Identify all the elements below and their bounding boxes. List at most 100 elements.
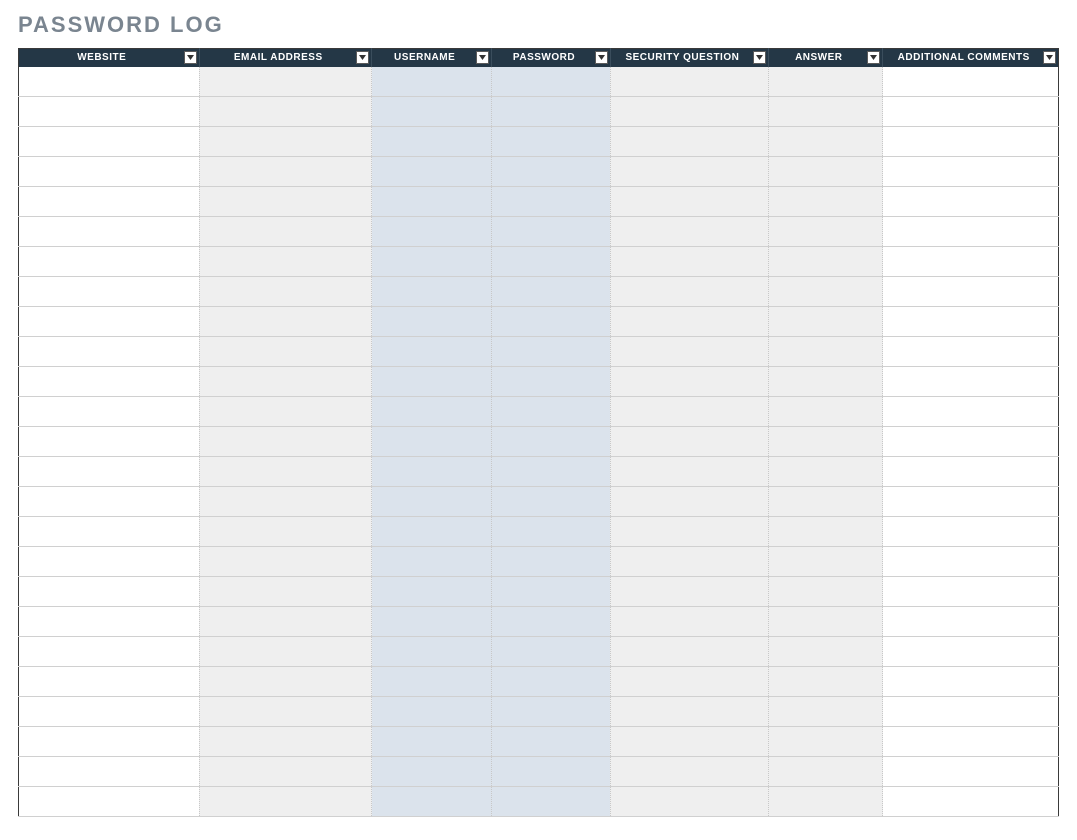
table-cell[interactable] (883, 247, 1059, 277)
table-cell[interactable] (372, 637, 492, 667)
table-cell[interactable] (372, 397, 492, 427)
table-cell[interactable] (610, 337, 768, 367)
table-cell[interactable] (883, 757, 1059, 787)
table-cell[interactable] (492, 607, 610, 637)
table-cell[interactable] (372, 577, 492, 607)
table-cell[interactable] (199, 337, 371, 367)
table-cell[interactable] (610, 577, 768, 607)
table-cell[interactable] (492, 247, 610, 277)
table-cell[interactable] (372, 67, 492, 97)
table-cell[interactable] (199, 307, 371, 337)
table-cell[interactable] (883, 517, 1059, 547)
filter-dropdown-icon[interactable] (867, 51, 880, 64)
table-cell[interactable] (199, 667, 371, 697)
table-cell[interactable] (199, 697, 371, 727)
table-cell[interactable] (769, 247, 883, 277)
table-cell[interactable] (492, 727, 610, 757)
table-cell[interactable] (883, 367, 1059, 397)
table-cell[interactable] (610, 757, 768, 787)
table-cell[interactable] (610, 457, 768, 487)
table-cell[interactable] (372, 97, 492, 127)
table-cell[interactable] (199, 517, 371, 547)
table-cell[interactable] (372, 157, 492, 187)
table-cell[interactable] (610, 67, 768, 97)
table-cell[interactable] (769, 697, 883, 727)
table-cell[interactable] (883, 487, 1059, 517)
table-cell[interactable] (610, 787, 768, 817)
table-cell[interactable] (610, 727, 768, 757)
table-cell[interactable] (19, 757, 200, 787)
table-cell[interactable] (199, 787, 371, 817)
table-cell[interactable] (19, 457, 200, 487)
table-cell[interactable] (492, 697, 610, 727)
table-cell[interactable] (19, 637, 200, 667)
table-cell[interactable] (19, 517, 200, 547)
table-cell[interactable] (769, 487, 883, 517)
table-cell[interactable] (492, 397, 610, 427)
table-cell[interactable] (883, 397, 1059, 427)
table-cell[interactable] (610, 157, 768, 187)
table-cell[interactable] (372, 757, 492, 787)
table-cell[interactable] (19, 577, 200, 607)
table-cell[interactable] (199, 217, 371, 247)
table-cell[interactable] (199, 397, 371, 427)
table-cell[interactable] (372, 667, 492, 697)
table-cell[interactable] (769, 757, 883, 787)
table-cell[interactable] (610, 397, 768, 427)
table-cell[interactable] (372, 127, 492, 157)
table-cell[interactable] (492, 757, 610, 787)
table-cell[interactable] (372, 697, 492, 727)
table-cell[interactable] (769, 367, 883, 397)
table-cell[interactable] (492, 667, 610, 697)
table-cell[interactable] (199, 127, 371, 157)
table-cell[interactable] (883, 307, 1059, 337)
table-cell[interactable] (199, 67, 371, 97)
table-cell[interactable] (610, 187, 768, 217)
table-cell[interactable] (769, 397, 883, 427)
table-cell[interactable] (610, 127, 768, 157)
table-cell[interactable] (769, 337, 883, 367)
table-cell[interactable] (610, 277, 768, 307)
table-cell[interactable] (199, 97, 371, 127)
table-cell[interactable] (199, 427, 371, 457)
column-header[interactable]: ANSWER (769, 49, 883, 67)
table-cell[interactable] (372, 727, 492, 757)
table-cell[interactable] (883, 217, 1059, 247)
table-cell[interactable] (19, 277, 200, 307)
table-cell[interactable] (19, 547, 200, 577)
table-cell[interactable] (492, 277, 610, 307)
table-cell[interactable] (769, 217, 883, 247)
table-cell[interactable] (372, 187, 492, 217)
table-cell[interactable] (199, 547, 371, 577)
table-cell[interactable] (769, 727, 883, 757)
column-header[interactable]: WEBSITE (19, 49, 200, 67)
table-cell[interactable] (492, 97, 610, 127)
table-cell[interactable] (492, 517, 610, 547)
table-cell[interactable] (19, 487, 200, 517)
table-cell[interactable] (610, 217, 768, 247)
table-cell[interactable] (199, 757, 371, 787)
table-cell[interactable] (883, 727, 1059, 757)
table-cell[interactable] (769, 97, 883, 127)
table-cell[interactable] (883, 787, 1059, 817)
filter-dropdown-icon[interactable] (184, 51, 197, 64)
table-cell[interactable] (610, 547, 768, 577)
table-cell[interactable] (19, 157, 200, 187)
table-cell[interactable] (610, 427, 768, 457)
table-cell[interactable] (492, 217, 610, 247)
filter-dropdown-icon[interactable] (356, 51, 369, 64)
table-cell[interactable] (883, 187, 1059, 217)
table-cell[interactable] (492, 157, 610, 187)
table-cell[interactable] (372, 427, 492, 457)
table-cell[interactable] (19, 67, 200, 97)
table-cell[interactable] (372, 607, 492, 637)
table-cell[interactable] (19, 697, 200, 727)
table-cell[interactable] (492, 577, 610, 607)
column-header[interactable]: PASSWORD (492, 49, 610, 67)
table-cell[interactable] (372, 247, 492, 277)
table-cell[interactable] (610, 637, 768, 667)
table-cell[interactable] (883, 637, 1059, 667)
column-header[interactable]: SECURITY QUESTION (610, 49, 768, 67)
table-cell[interactable] (610, 517, 768, 547)
column-header[interactable]: ADDITIONAL COMMENTS (883, 49, 1059, 67)
